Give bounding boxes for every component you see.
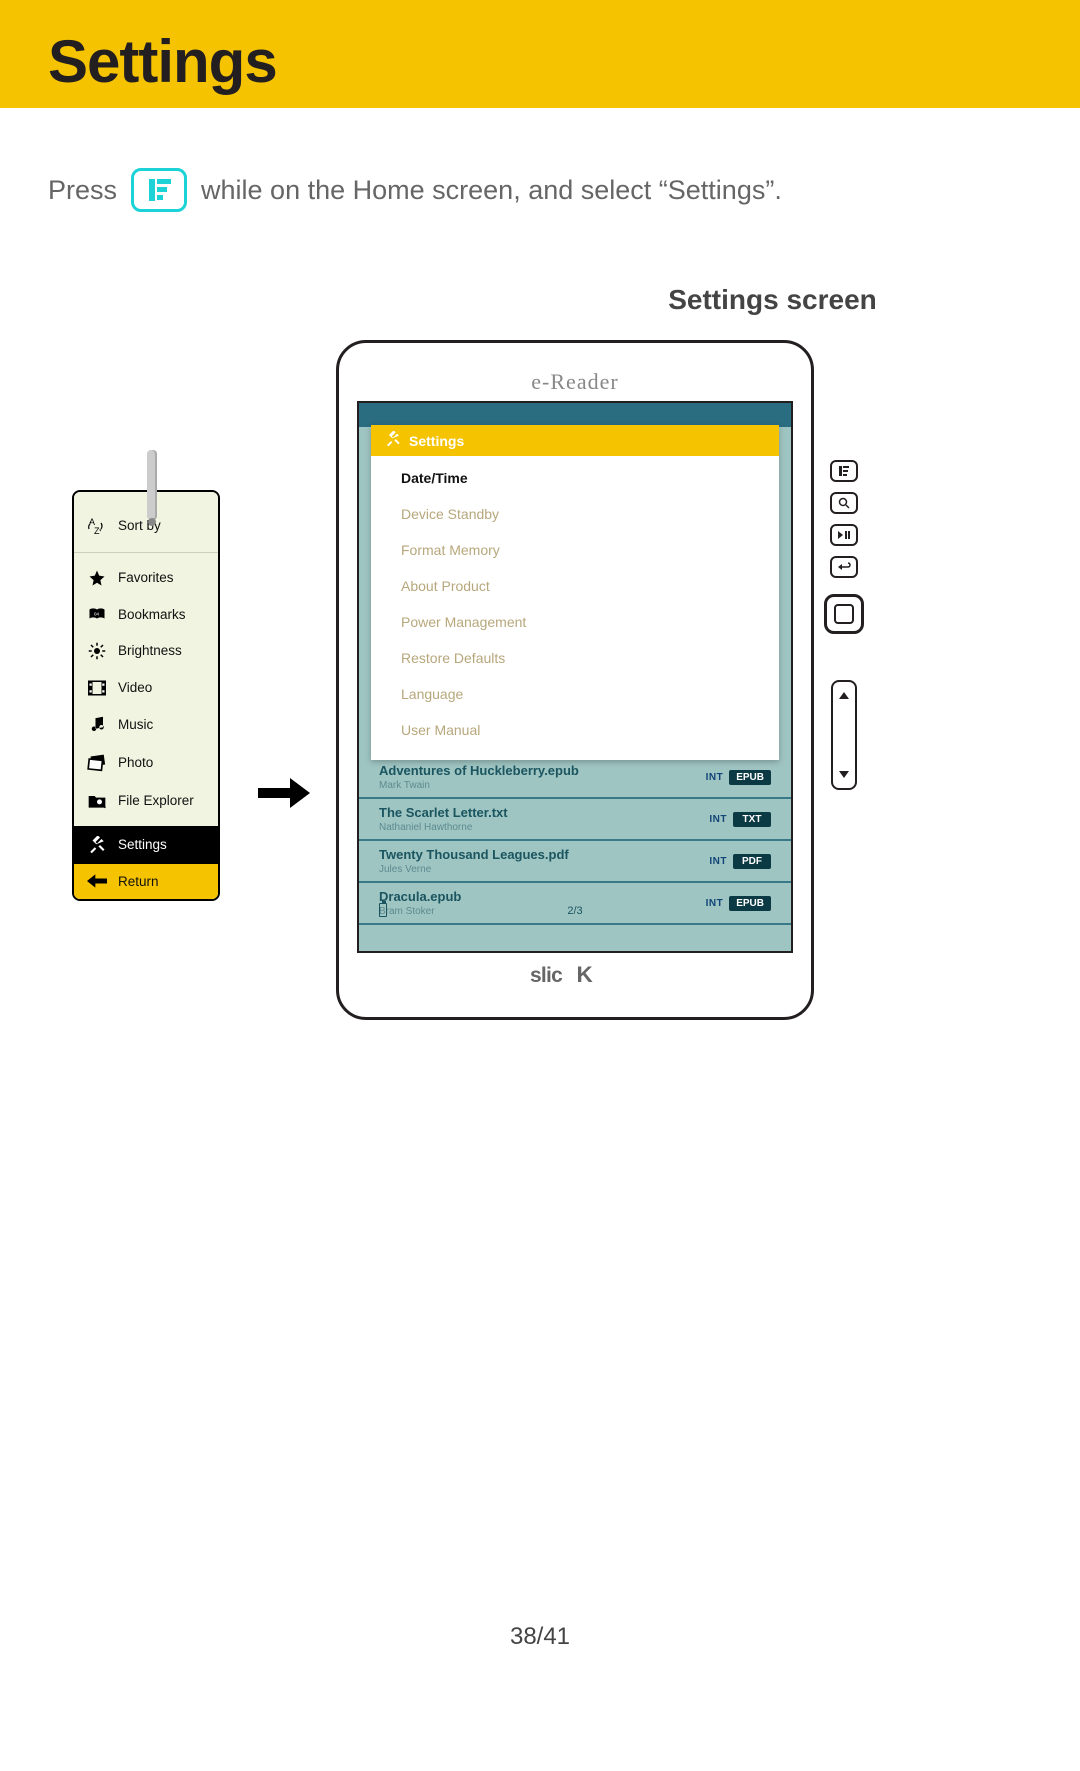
settings-item-date-time[interactable]: Date/Time [371,460,779,496]
menu-return-label: Return [118,874,159,889]
device-screen: Settings Date/Time Device Standby Format… [357,401,793,953]
device-side-buttons [814,340,864,1020]
file-search-icon [86,792,108,810]
svg-text:slic: slic [530,964,563,987]
page-number: 38/41 [0,1623,1080,1651]
menu-settings-label: Settings [118,837,167,852]
menu-item-label: Favorites [118,570,174,585]
svg-text:Z: Z [94,526,100,536]
book-location: INT [706,772,724,783]
book-location: INT [709,814,727,825]
book-location: INT [709,856,727,867]
book-author: Jules Verne [379,864,569,875]
rocker-up-icon [839,692,849,699]
instruction-post: while on the Home screen, and select “Se… [201,175,782,206]
menu-item-favorites[interactable]: Favorites [74,559,218,597]
tools-icon [86,836,108,854]
menu-popup: AZ Sort by Favorites 04 Bookmarks [72,490,220,901]
svg-text:K: K [577,962,594,987]
side-button-back[interactable] [830,556,858,578]
menu-item-label: Music [118,717,153,732]
menu-item-label: Photo [118,755,153,770]
side-button-home[interactable] [824,594,864,634]
settings-item-format-memory[interactable]: Format Memory [371,532,779,568]
book-list: Adventures of Huckleberry.epub Mark Twai… [359,757,791,925]
settings-overlay: Settings Date/Time Device Standby Format… [371,425,779,760]
side-button-zoom[interactable] [830,492,858,514]
book-author: Nathaniel Hawthorne [379,822,508,833]
book-row[interactable]: Twenty Thousand Leagues.pdf Jules Verne … [359,841,791,883]
arrow-right-icon [258,778,310,802]
settings-item-user-manual[interactable]: User Manual [371,712,779,748]
menu-popup-figure: AZ Sort by Favorites 04 Bookmarks [72,490,220,901]
side-rocker[interactable] [831,680,857,790]
settings-item-language[interactable]: Language [371,676,779,712]
page-indicator: 2/3 [567,905,582,917]
menu-item-brightness[interactable]: Brightness [74,632,218,670]
settings-overlay-title: Settings [409,433,464,449]
menu-item-file-explorer[interactable]: File Explorer [74,782,218,820]
svg-text:04: 04 [94,612,100,617]
book-row[interactable]: Adventures of Huckleberry.epub Mark Twai… [359,757,791,799]
menu-item-label: Bookmarks [118,607,186,622]
settings-item-device-standby[interactable]: Device Standby [371,496,779,532]
tools-icon [385,431,401,450]
battery-icon [379,903,387,917]
subtitle: Settings screen [465,284,1080,316]
instruction-line: Press while on the Home screen, and sele… [0,108,1080,222]
menu-item-label: Brightness [118,643,182,658]
device-brand: slic K [530,953,620,999]
menu-item-label: Video [118,680,152,695]
film-icon [86,680,108,696]
sort-az-icon: AZ [86,516,108,536]
page-header: Settings [0,0,1080,108]
rocker-down-icon [839,771,849,778]
return-arrow-icon [86,874,108,888]
settings-item-restore-defaults[interactable]: Restore Defaults [371,640,779,676]
book-row[interactable]: The Scarlet Letter.txt Nathaniel Hawthor… [359,799,791,841]
settings-list: Date/Time Device Standby Format Memory A… [371,456,779,760]
menu-item-label: File Explorer [118,793,194,808]
figure-row: AZ Sort by Favorites 04 Bookmarks [0,340,1080,1020]
menu-item-return[interactable]: Return [74,864,218,899]
book-title: Adventures of Huckleberry.epub [379,763,579,778]
settings-item-about-product[interactable]: About Product [371,568,779,604]
screen-topbar [359,403,791,427]
brightness-icon [86,642,108,660]
book-format: EPUB [729,770,771,785]
device-label: e-Reader [531,369,618,395]
book-title: Twenty Thousand Leagues.pdf [379,847,569,862]
menu-sort-by[interactable]: AZ Sort by [74,506,218,546]
settings-overlay-header: Settings [371,425,779,456]
menu-item-music[interactable]: Music [74,706,218,744]
stylus-icon [147,450,157,520]
book-author: Mark Twain [379,780,579,791]
side-button-playpause[interactable] [830,524,858,546]
ereader-device: e-Reader Settings Date/Time Device Stand… [336,340,814,1020]
menu-item-video[interactable]: Video [74,670,218,706]
music-note-icon [86,716,108,734]
book-format: PDF [733,854,771,869]
bookmark-book-icon: 04 [86,607,108,621]
menu-key-icon [131,168,187,212]
menu-item-bookmarks[interactable]: 04 Bookmarks [74,597,218,632]
menu-item-photo[interactable]: Photo [74,744,218,782]
photo-stack-icon [86,754,108,772]
menu-item-settings[interactable]: Settings [74,826,218,864]
instruction-pre: Press [48,175,117,206]
page-title: Settings [48,32,277,92]
side-button-menu[interactable] [830,460,858,482]
screen-footer: 2/3 [359,901,791,921]
book-title: The Scarlet Letter.txt [379,805,508,820]
device-figure: e-Reader Settings Date/Time Device Stand… [336,340,864,1020]
settings-item-power-management[interactable]: Power Management [371,604,779,640]
book-format: TXT [733,812,771,827]
star-icon [86,569,108,587]
